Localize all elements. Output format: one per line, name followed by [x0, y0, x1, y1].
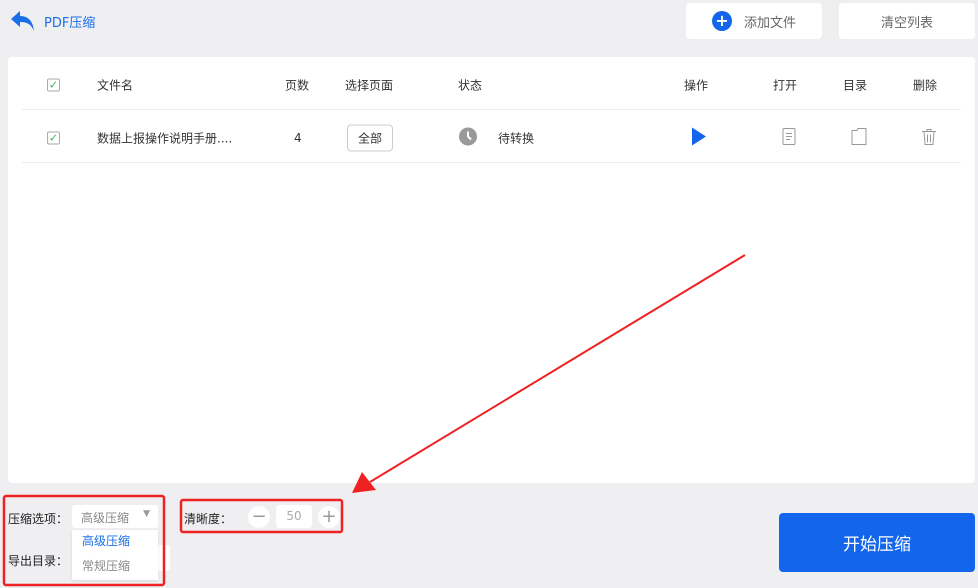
row-checkbox[interactable]: ✓: [47, 131, 60, 144]
back-arrow-icon: [11, 11, 34, 31]
start-compress-button[interactable]: 开始压缩: [779, 513, 975, 572]
clarity-label: 清晰度：: [184, 512, 233, 526]
table-row: ✓ 数据上报操作说明手册.... 4 全部 待转换: [22, 113, 961, 163]
col-page-select: 选择页面: [345, 78, 394, 92]
compress-dropdown-list: 高级压缩 常规压缩: [72, 530, 158, 580]
add-file-label: 添加文件: [743, 15, 796, 31]
page-select-button[interactable]: 全部: [347, 124, 394, 151]
file-name: 数据上报操作说明手册....: [97, 131, 233, 145]
clear-list-button[interactable]: 清空列表: [839, 3, 975, 39]
add-file-button[interactable]: + 添加文件: [686, 3, 822, 39]
plus-circle-icon: +: [711, 11, 732, 31]
compress-selected: 高级压缩: [81, 511, 130, 525]
page-title: PDF压缩: [44, 15, 96, 31]
play-icon[interactable]: [692, 127, 706, 148]
increase-button[interactable]: +: [318, 506, 340, 528]
page-count: 4: [294, 130, 302, 145]
col-delete: 删除: [913, 78, 938, 92]
col-directory: 目录: [843, 78, 868, 92]
folder-icon[interactable]: [851, 127, 867, 148]
col-pages: 页数: [285, 78, 310, 92]
col-status: 状态: [458, 78, 483, 92]
open-file-icon[interactable]: [782, 127, 796, 148]
clear-list-label: 清空列表: [880, 15, 933, 31]
col-filename: 文件名: [97, 78, 134, 92]
dropdown-arrow-icon: ▼: [143, 509, 150, 519]
option-advanced[interactable]: 高级压缩: [72, 530, 158, 555]
option-normal[interactable]: 常规压缩: [72, 555, 158, 580]
col-open: 打开: [773, 78, 798, 92]
file-list-panel: ✓ 文件名 页数 选择页面 状态 操作 打开 目录 删除 ✓ 数据上报操作说明手…: [8, 57, 975, 483]
select-all-checkbox[interactable]: ✓: [47, 78, 60, 91]
compress-option-label: 压缩选项：: [8, 512, 69, 526]
clock-icon: [459, 127, 477, 148]
back-button[interactable]: PDF压缩: [10, 10, 95, 32]
col-action: 操作: [684, 78, 709, 92]
export-dir-label: 导出目录：: [8, 554, 69, 568]
clarity-input[interactable]: 50: [276, 505, 312, 528]
compress-option-select[interactable]: 高级压缩 ▼: [72, 505, 158, 528]
table-header: ✓ 文件名 页数 选择页面 状态 操作 打开 目录 删除: [22, 60, 961, 110]
status-text: 待转换: [498, 131, 535, 145]
trash-icon[interactable]: [921, 127, 937, 148]
decrease-button[interactable]: −: [248, 506, 270, 528]
